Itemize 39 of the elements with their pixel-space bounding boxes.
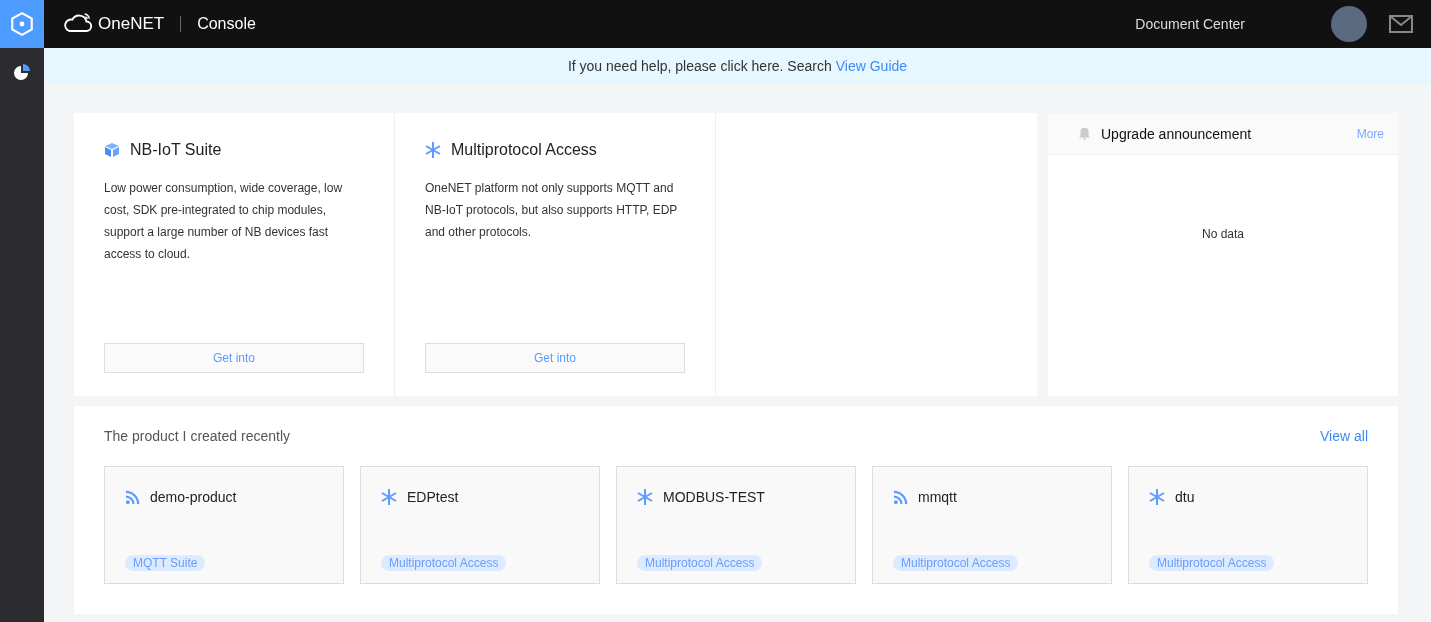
product-name: EDPtest <box>407 489 459 505</box>
asterisk-icon <box>637 489 653 505</box>
signal-icon <box>893 489 908 505</box>
empty-message: No data <box>1201 226 1245 241</box>
product-name: demo-product <box>150 489 237 505</box>
product-tag: Multiprotocol Access <box>381 555 507 571</box>
brand-name: OneNET <box>98 14 165 34</box>
cube-icon <box>104 142 120 158</box>
avatar[interactable] <box>1331 6 1367 42</box>
product-card[interactable]: mmqtt Multiprotocol Access <box>872 466 1112 584</box>
view-all-link[interactable]: View all <box>1320 428 1368 444</box>
section-title: The product I created recently <box>104 428 290 444</box>
suite-description: Low power consumption, wide coverage, low cost, SDK pre-integrated to chip modules, support a large number of NB devices fast access to cloud. <box>104 180 344 263</box>
product-name: mmqtt <box>918 489 957 505</box>
console-title: Console <box>197 15 256 33</box>
suite-title: Multiprotocol Access <box>451 141 597 159</box>
product-name: MODBUS-TEST <box>663 489 765 505</box>
mail-icon[interactable] <box>1389 15 1413 33</box>
signal-icon <box>125 489 140 505</box>
product-card[interactable]: MODBUS-TEST Multiprotocol Access <box>616 466 856 584</box>
suite-description: OneNET platform not only supports MQTT and NB-IoT protocols, but also supports HTTP, EDP and other protocols. <box>425 180 679 241</box>
hexagon-icon <box>9 11 35 37</box>
product-tag: Multiprotocol Access <box>637 555 763 571</box>
suite-title: NB-IoT Suite <box>130 141 222 159</box>
document-center-link[interactable]: Document Center <box>1135 16 1245 32</box>
pie-chart-icon <box>14 64 30 80</box>
announcement-title: Upgrade announcement <box>1101 125 1252 142</box>
asterisk-icon <box>381 489 397 505</box>
asterisk-icon <box>1149 489 1165 505</box>
product-tag: MQTT Suite <box>125 555 206 571</box>
product-card[interactable]: EDPtest Multiprotocol Access <box>360 466 600 584</box>
asterisk-icon <box>425 142 441 158</box>
product-name: dtu <box>1175 489 1195 505</box>
product-card[interactable]: demo-product MQTT Suite <box>104 466 344 584</box>
product-card[interactable]: dtu Multiprotocol Access <box>1128 466 1368 584</box>
bell-icon <box>1078 127 1091 140</box>
product-tag: Multiprotocol Access <box>893 555 1019 571</box>
help-text: If you need help, please click here. Search <box>567 58 832 74</box>
product-tag: Multiprotocol Access <box>1149 555 1275 571</box>
